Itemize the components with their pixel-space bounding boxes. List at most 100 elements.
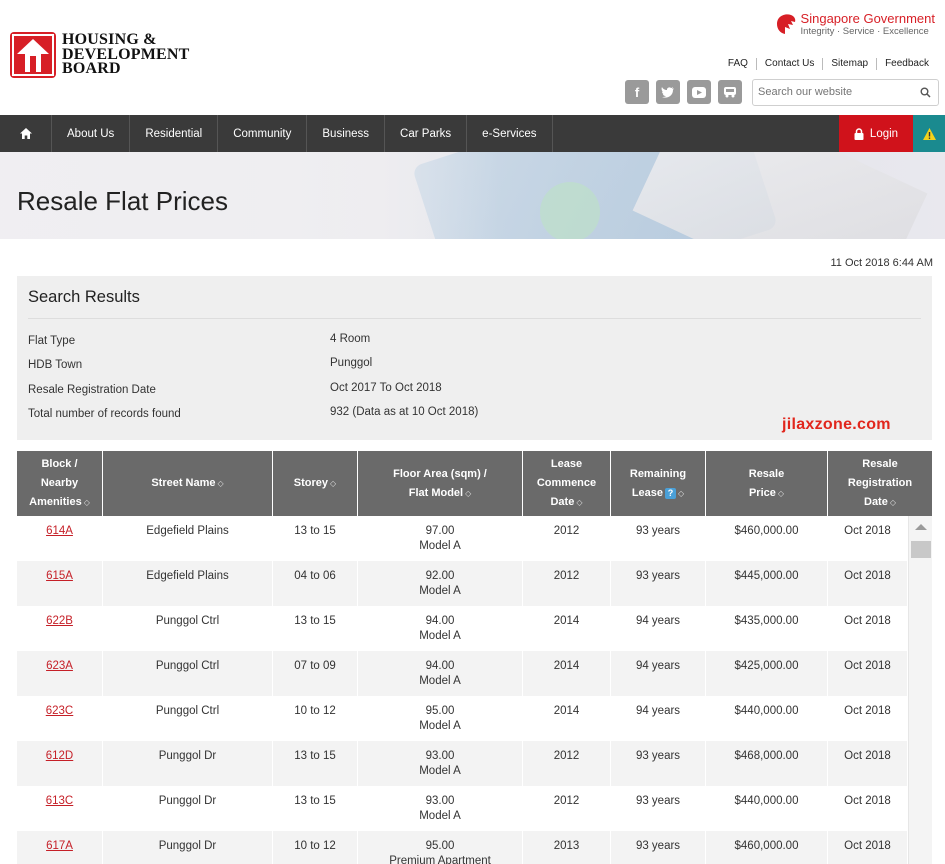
search-input[interactable] <box>753 80 913 104</box>
cell-remaining-lease-text: 93 years <box>635 570 681 582</box>
cell-storey-text: 13 to 15 <box>294 615 336 627</box>
cell-floor-area-text: 95.00 <box>425 840 455 852</box>
block-link[interactable]: 615A <box>46 570 73 582</box>
nav-business[interactable]: Business <box>307 115 386 152</box>
block-link[interactable]: 613C <box>46 795 74 807</box>
scroll-up-arrow-icon[interactable] <box>915 524 927 530</box>
flat-type-value: 4 Room <box>330 333 371 345</box>
table-row: 612D Punggol Dr 13 to 15 93.00 Model A 2012 93… <box>17 741 908 786</box>
cell-lease-commence-text: 2012 <box>553 525 580 537</box>
col-street-name[interactable]: Street Name ◇ <box>103 451 273 516</box>
nav-e-services[interactable]: e-Services <box>467 115 553 152</box>
warning-icon[interactable] <box>913 115 945 152</box>
bus-icon[interactable] <box>718 80 742 104</box>
cell-street: Punggol Dr <box>103 831 273 864</box>
cell-storey: 10 to 12 <box>273 831 358 864</box>
youtube-icon[interactable] <box>687 80 711 104</box>
help-icon[interactable]: ? <box>665 487 677 499</box>
cell-floor-area-text: 93.00 <box>425 795 455 807</box>
logo-wordmark: HOUSING & DEVELOPMENT BOARD <box>62 32 190 77</box>
cell-street-text: Punggol Dr <box>158 750 217 762</box>
login-label: Login <box>869 127 899 140</box>
table-row: 622B Punggol Ctrl 13 to 15 94.00 Model A 2014… <box>17 606 908 651</box>
cell-street-text: Edgefield Plains <box>146 525 229 537</box>
col-remaining-lease[interactable]: Remaining Lease? ◇ <box>611 451 706 516</box>
cell-storey: 10 to 12 <box>273 696 358 741</box>
sort-icon: ◇ <box>465 488 472 498</box>
cell-registration-date-text: Oct 2018 <box>844 840 891 852</box>
cell-block: 614A <box>17 516 103 561</box>
cell-storey-text: 10 to 12 <box>294 705 336 717</box>
cell-street-text: Punggol Ctrl <box>155 660 220 672</box>
cell-remaining-lease: 93 years <box>611 831 706 864</box>
header-text: Storey <box>293 477 329 489</box>
table-scrollbar[interactable] <box>908 516 932 864</box>
login-button[interactable]: Login <box>839 115 913 152</box>
col-registration-date[interactable]: Resale Registration Date ◇ <box>828 451 932 516</box>
nav-residential[interactable]: Residential <box>130 115 219 152</box>
cell-registration-date: Oct 2018 <box>828 516 908 561</box>
cell-block: 612D <box>17 741 103 786</box>
block-link[interactable]: 623A <box>46 660 73 672</box>
cell-registration-date-text: Oct 2018 <box>844 525 891 537</box>
facebook-icon[interactable]: f <box>625 80 649 104</box>
contact-us-link[interactable]: Contact Us <box>755 58 822 70</box>
hdb-logo[interactable]: HOUSING & DEVELOPMENT BOARD <box>10 32 190 78</box>
cell-resale-price: $445,000.00 <box>706 561 828 606</box>
faq-link[interactable]: FAQ <box>720 58 756 70</box>
nav-car-parks[interactable]: Car Parks <box>385 115 468 152</box>
twitter-icon[interactable] <box>656 80 680 104</box>
table-row: 623A Punggol Ctrl 07 to 09 94.00 Model A 2014… <box>17 651 908 696</box>
cell-remaining-lease-text: 93 years <box>635 840 681 852</box>
cell-remaining-lease-text: 94 years <box>635 615 681 627</box>
cell-lease-commence: 2012 <box>523 786 611 831</box>
block-link[interactable]: 622B <box>46 615 73 627</box>
cell-remaining-lease-text: 93 years <box>635 750 681 762</box>
sort-icon: ◇ <box>678 488 685 498</box>
cell-lease-commence: 2014 <box>523 606 611 651</box>
cell-remaining-lease: 94 years <box>611 606 706 651</box>
block-link[interactable]: 612D <box>46 750 74 762</box>
search-results-heading: Search Results <box>28 288 140 306</box>
cell-flat-model-text: Model A <box>419 540 461 552</box>
cell-remaining-lease: 93 years <box>611 516 706 561</box>
hdb-house-icon <box>10 32 56 78</box>
feedback-link[interactable]: Feedback <box>876 58 937 70</box>
nav-about-us[interactable]: About Us <box>52 115 131 152</box>
block-link[interactable]: 617A <box>46 840 73 852</box>
cell-street-text: Edgefield Plains <box>146 570 229 582</box>
total-records-value: 932 (Data as at 10 Oct 2018) <box>330 406 479 418</box>
cell-lease-commence: 2014 <box>523 651 611 696</box>
watermark-text: jilaxzone.com <box>782 416 891 433</box>
cell-registration-date-text: Oct 2018 <box>844 750 891 762</box>
timestamp: 11 Oct 2018 6:44 AM <box>830 257 933 269</box>
cell-resale-price: $460,000.00 <box>706 831 828 864</box>
singapore-government-logo[interactable]: Singapore Government Integrity · Service… <box>773 11 935 37</box>
cell-registration-date: Oct 2018 <box>828 606 908 651</box>
home-icon[interactable] <box>0 115 52 152</box>
search-icon[interactable] <box>920 87 931 98</box>
cell-registration-date: Oct 2018 <box>828 786 908 831</box>
col-block[interactable]: Block / Nearby Amenities ◇ <box>17 451 103 516</box>
block-link[interactable]: 614A <box>46 525 73 537</box>
cell-street: Punggol Ctrl <box>103 606 273 651</box>
col-storey[interactable]: Storey ◇ <box>273 451 358 516</box>
col-floor-area[interactable]: Floor Area (sqm) / Flat Model ◇ <box>358 451 523 516</box>
header-text: Registration <box>847 477 913 489</box>
utility-links: FAQ Contact Us Sitemap Feedback <box>720 58 937 70</box>
col-lease-commence[interactable]: Lease Commence Date ◇ <box>523 451 611 516</box>
block-link[interactable]: 623C <box>46 705 74 717</box>
cell-registration-date-text: Oct 2018 <box>844 615 891 627</box>
cell-resale-price: $468,000.00 <box>706 741 828 786</box>
col-resale-price[interactable]: Resale Price ◇ <box>706 451 828 516</box>
sort-icon: ◇ <box>889 498 896 507</box>
table-row: 617A Punggol Dr 10 to 12 95.00 Premium Apart… <box>17 831 908 864</box>
scroll-thumb[interactable] <box>911 541 931 558</box>
cell-floor-area-text: 94.00 <box>425 660 455 672</box>
cell-storey: 04 to 06 <box>273 561 358 606</box>
header-text: Commence <box>536 477 597 489</box>
cell-lease-commence: 2014 <box>523 696 611 741</box>
sitemap-link[interactable]: Sitemap <box>822 58 876 70</box>
cell-registration-date: Oct 2018 <box>828 561 908 606</box>
nav-community[interactable]: Community <box>218 115 308 152</box>
